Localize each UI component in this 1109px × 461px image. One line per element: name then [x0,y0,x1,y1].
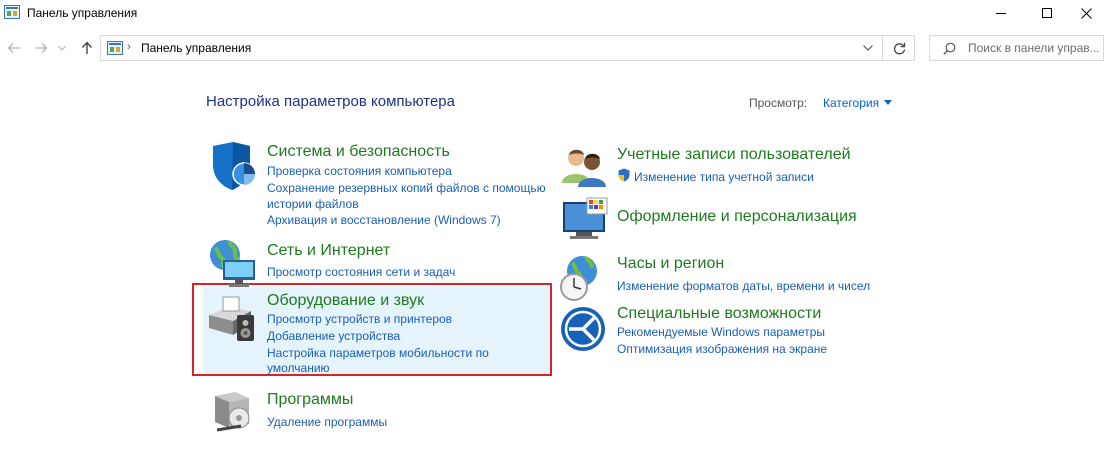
link-network-status[interactable]: Просмотр состояния сети и задач [267,264,455,280]
accessibility-icon [560,303,612,355]
chevron-down-icon [58,45,66,51]
search-box[interactable] [929,35,1104,61]
navigation-bar: › Панель управления [0,33,1109,63]
link-change-account-type[interactable]: Изменение типа учетной записи [634,169,814,185]
link-check-status[interactable]: Проверка состояния компьютера [267,163,452,179]
arrow-right-icon [35,43,48,53]
link-backup-restore[interactable]: Архивация и восстановление (Windows 7) [267,212,501,228]
link-uninstall-program[interactable]: Удаление программы [267,414,387,430]
chevron-down-icon [863,45,873,51]
category-ease-of-access: Специальные возможности Рекомендуемые Wi… [560,303,900,359]
close-button[interactable] [1063,0,1109,26]
category-title[interactable]: Программы [267,391,353,409]
view-by-value[interactable]: Категория [823,96,879,110]
control-panel-icon [4,5,20,24]
category-title[interactable]: Оформление и персонализация [617,208,857,226]
link-devices-printers[interactable]: Просмотр устройств и принтеров [267,311,452,327]
shield-icon [207,141,259,193]
refresh-button[interactable] [882,36,915,60]
address-dropdown-button[interactable] [856,36,880,60]
link-mobility-settings[interactable]: Настройка параметров мобильности по [267,345,489,361]
category-system-security: Система и безопасность Проверка состояни… [207,141,547,231]
link-add-device[interactable]: Добавление устройства [267,328,400,344]
address-bar[interactable]: › Панель управления [100,35,915,61]
minimize-button[interactable] [978,0,1024,26]
link-recommended-settings[interactable]: Рекомендуемые Windows параметры [617,324,825,340]
link-file-history-cont[interactable]: истории файлов [267,196,359,212]
category-title[interactable]: Система и безопасность [267,143,450,161]
printer-speaker-icon [207,293,259,345]
back-button[interactable] [4,39,24,57]
display-palette-icon [560,196,612,248]
users-icon [560,145,612,197]
up-button[interactable] [77,39,97,57]
refresh-icon [893,42,905,54]
category-title[interactable]: Оборудование и звук [267,292,424,310]
search-icon [943,42,956,60]
link-file-history[interactable]: Сохранение резервных копий файлов с помо… [267,180,546,196]
uac-shield-icon [617,168,631,186]
category-programs: Программы Удаление программы [207,388,547,434]
category-title[interactable]: Часы и регион [617,255,724,273]
recent-locations-button[interactable] [56,39,68,57]
category-title[interactable]: Сеть и Интернет [267,242,390,260]
arrow-left-icon [7,43,20,53]
category-title[interactable]: Специальные возможности [617,305,821,323]
arrow-up-icon [81,41,93,54]
view-by-selector[interactable]: Просмотр: Категория [749,96,892,110]
breadcrumb-separator: › [127,41,131,53]
breadcrumb-control-panel[interactable]: Панель управления [141,41,251,55]
programs-box-icon [207,388,259,440]
title-bar: Панель управления [0,0,1109,26]
link-date-time-formats[interactable]: Изменение форматов даты, времени и чисел [617,278,870,294]
category-appearance: Оформление и персонализация [560,196,900,246]
caret-down-icon[interactable] [884,100,892,105]
category-title[interactable]: Учетные записи пользователей [617,146,851,164]
maximize-icon [1042,8,1052,18]
forward-button[interactable] [31,39,51,57]
category-clock-region: Часы и регион Изменение форматов даты, в… [560,253,900,301]
network-globe-icon [207,238,259,290]
link-mobility-settings-cont[interactable]: умолчанию [267,360,330,376]
clock-globe-icon [560,253,612,305]
page-title: Настройка параметров компьютера [206,93,455,110]
category-network-internet: Сеть и Интернет Просмотр состояния сети … [207,238,547,287]
view-by-label: Просмотр: [749,96,808,110]
search-input[interactable] [968,39,1100,57]
close-icon [1080,7,1092,19]
category-user-accounts: Учетные записи пользователей Изменение т… [560,145,900,189]
minimize-icon [996,13,1006,14]
category-hardware-sound: Оборудование и звук Просмотр устройств и… [207,289,547,375]
control-panel-icon [107,41,123,60]
link-optimize-display[interactable]: Оптимизация изображения на экране [617,341,827,357]
window-title: Панель управления [27,6,138,20]
